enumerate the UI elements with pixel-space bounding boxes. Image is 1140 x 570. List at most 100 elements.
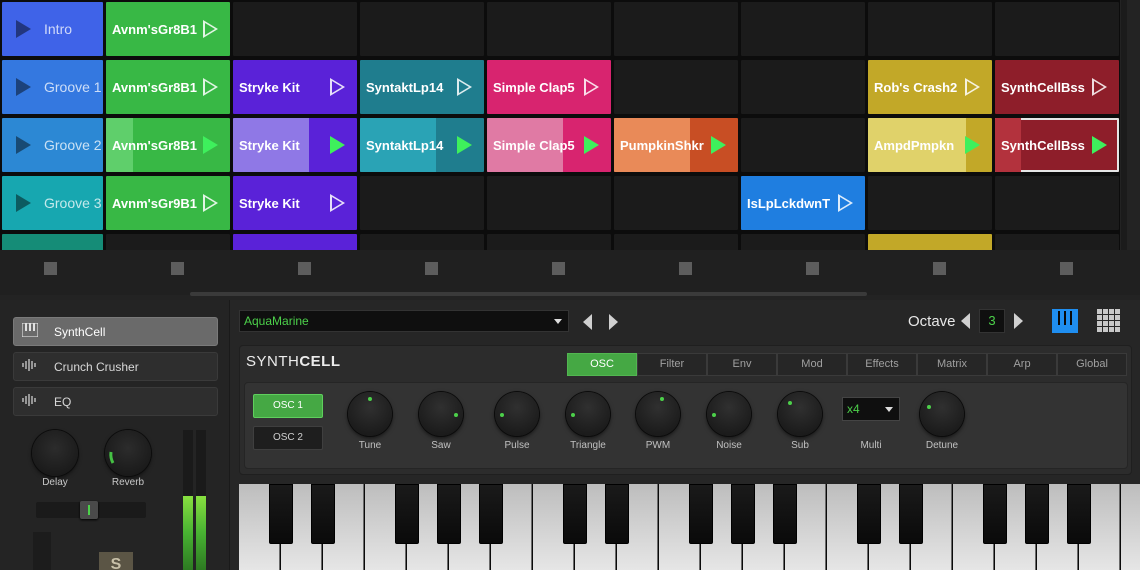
clip-slot[interactable]: IsLpLckdwnT bbox=[741, 176, 865, 230]
clip-slot[interactable]: SynthCellBss bbox=[995, 60, 1119, 114]
empty-clip-slot[interactable] bbox=[360, 2, 484, 56]
sub-knob[interactable] bbox=[778, 392, 822, 436]
black-key[interactable] bbox=[899, 484, 923, 544]
stop-track-icon[interactable] bbox=[933, 262, 946, 275]
tab-effects[interactable]: Effects bbox=[847, 353, 917, 376]
clip-slot[interactable]: Avnm'sGr8B1 bbox=[106, 60, 230, 114]
octave-up-arrow-icon[interactable] bbox=[1014, 313, 1023, 329]
empty-clip-slot[interactable] bbox=[741, 2, 865, 56]
pad-grid-view-icon[interactable] bbox=[1097, 309, 1121, 333]
tab-global[interactable]: Global bbox=[1057, 353, 1127, 376]
empty-clip-slot[interactable] bbox=[360, 176, 484, 230]
tab-matrix[interactable]: Matrix bbox=[917, 353, 987, 376]
black-key[interactable] bbox=[1067, 484, 1091, 544]
multi-dropdown[interactable]: x4 bbox=[842, 397, 900, 421]
black-key[interactable] bbox=[983, 484, 1007, 544]
stop-track-icon[interactable] bbox=[552, 262, 565, 275]
pan-slider[interactable] bbox=[36, 501, 146, 519]
tab-osc[interactable]: OSC bbox=[567, 353, 637, 376]
empty-clip-slot[interactable] bbox=[995, 234, 1119, 250]
clip-slot[interactable]: SyntaktLp14 bbox=[360, 118, 484, 172]
preset-dropdown[interactable]: AquaMarine bbox=[239, 310, 569, 332]
clip-slot[interactable]: SynthCellBss bbox=[995, 118, 1119, 172]
white-key[interactable] bbox=[1121, 484, 1140, 570]
empty-clip-slot[interactable] bbox=[233, 2, 357, 56]
saw-knob[interactable] bbox=[419, 392, 463, 436]
scene-launch-5[interactable] bbox=[2, 234, 103, 250]
tab-mod[interactable]: Mod bbox=[777, 353, 847, 376]
stop-track-icon[interactable] bbox=[679, 262, 692, 275]
stop-track-icon[interactable] bbox=[44, 262, 57, 275]
empty-clip-slot[interactable] bbox=[741, 118, 865, 172]
clip-slot[interactable]: Simple Clap5 bbox=[487, 60, 611, 114]
octave-down-arrow-icon[interactable] bbox=[961, 313, 970, 329]
device-eq[interactable]: EQ bbox=[13, 387, 218, 416]
empty-clip-slot[interactable] bbox=[614, 2, 738, 56]
empty-clip-slot[interactable] bbox=[487, 234, 611, 250]
solo-button[interactable]: S bbox=[99, 552, 133, 570]
pan-slider-thumb[interactable] bbox=[80, 501, 98, 519]
tune-knob[interactable] bbox=[348, 392, 392, 436]
tab-filter[interactable]: Filter bbox=[637, 353, 707, 376]
clip-slot[interactable] bbox=[868, 234, 992, 250]
piano-keyboard[interactable] bbox=[239, 484, 1140, 570]
next-preset-arrow-icon[interactable] bbox=[609, 314, 618, 330]
empty-clip-slot[interactable] bbox=[995, 176, 1119, 230]
empty-clip-slot[interactable] bbox=[868, 176, 992, 230]
clip-slot[interactable]: Stryke Kit bbox=[233, 176, 357, 230]
clip-slot[interactable]: Rob's Crash2 bbox=[868, 60, 992, 114]
device-synthcell[interactable]: SynthCell bbox=[13, 317, 218, 346]
previous-preset-arrow-icon[interactable] bbox=[583, 314, 592, 330]
osc-1-button[interactable]: OSC 1 bbox=[253, 394, 323, 418]
keyboard-view-icon[interactable] bbox=[1052, 309, 1078, 333]
detune-knob[interactable] bbox=[920, 392, 964, 436]
black-key[interactable] bbox=[689, 484, 713, 544]
black-key[interactable] bbox=[395, 484, 419, 544]
delay-send-knob[interactable] bbox=[32, 430, 78, 476]
empty-clip-slot[interactable] bbox=[741, 234, 865, 250]
clip-slot[interactable]: Stryke Kit bbox=[233, 60, 357, 114]
empty-clip-slot[interactable] bbox=[995, 2, 1119, 56]
tab-env[interactable]: Env bbox=[707, 353, 777, 376]
black-key[interactable] bbox=[773, 484, 797, 544]
empty-clip-slot[interactable] bbox=[741, 60, 865, 114]
stop-track-icon[interactable] bbox=[425, 262, 438, 275]
scene-launch-4[interactable]: Groove 3 bbox=[2, 176, 103, 230]
clip-slot[interactable]: Avnm'sGr9B1 bbox=[106, 176, 230, 230]
black-key[interactable] bbox=[1025, 484, 1049, 544]
black-key[interactable] bbox=[731, 484, 755, 544]
noise-knob[interactable] bbox=[707, 392, 751, 436]
grid-horizontal-scrollbar[interactable] bbox=[190, 292, 867, 296]
stop-track-icon[interactable] bbox=[171, 262, 184, 275]
clip-slot[interactable]: SyntaktLp14 bbox=[360, 60, 484, 114]
clip-slot[interactable] bbox=[233, 234, 357, 250]
osc-2-button[interactable]: OSC 2 bbox=[253, 426, 323, 450]
empty-clip-slot[interactable] bbox=[487, 2, 611, 56]
empty-clip-slot[interactable] bbox=[487, 176, 611, 230]
device-crunch-crusher[interactable]: Crunch Crusher bbox=[13, 352, 218, 381]
stop-track-icon[interactable] bbox=[298, 262, 311, 275]
pwm-knob[interactable] bbox=[636, 392, 680, 436]
tab-arp[interactable]: Arp bbox=[987, 353, 1057, 376]
stop-track-icon[interactable] bbox=[1060, 262, 1073, 275]
black-key[interactable] bbox=[563, 484, 587, 544]
black-key[interactable] bbox=[857, 484, 881, 544]
stop-track-icon[interactable] bbox=[806, 262, 819, 275]
black-key[interactable] bbox=[479, 484, 503, 544]
black-key[interactable] bbox=[605, 484, 629, 544]
triangle-knob[interactable] bbox=[566, 392, 610, 436]
clip-slot[interactable]: AmpdPmpkn bbox=[868, 118, 992, 172]
clip-slot[interactable]: Avnm'sGr8B1 bbox=[106, 2, 230, 56]
black-key[interactable] bbox=[269, 484, 293, 544]
clip-slot[interactable]: Stryke Kit bbox=[233, 118, 357, 172]
empty-clip-slot[interactable] bbox=[614, 176, 738, 230]
scene-launch-3[interactable]: Groove 2 bbox=[2, 118, 103, 172]
pulse-knob[interactable] bbox=[495, 392, 539, 436]
black-key[interactable] bbox=[311, 484, 335, 544]
reverb-send-knob[interactable] bbox=[105, 430, 151, 476]
clip-slot[interactable]: Simple Clap5 bbox=[487, 118, 611, 172]
volume-fader[interactable] bbox=[33, 532, 51, 570]
scene-launch-1[interactable]: Intro bbox=[2, 2, 103, 56]
scene-launch-2[interactable]: Groove 1 bbox=[2, 60, 103, 114]
empty-clip-slot[interactable] bbox=[868, 2, 992, 56]
